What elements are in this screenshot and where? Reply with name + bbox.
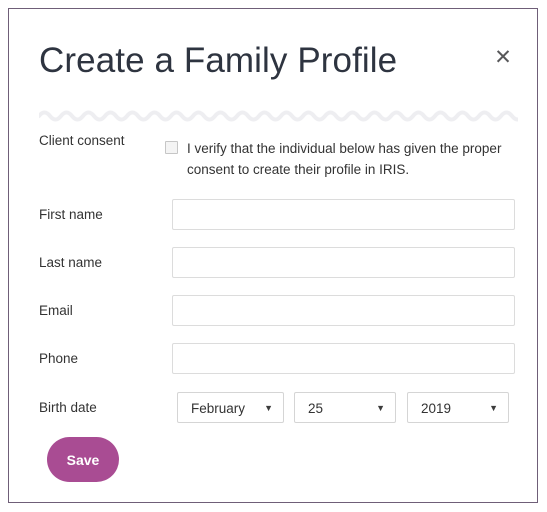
profile-form: Client consent I verify that the individ…: [9, 9, 537, 502]
save-button[interactable]: Save: [47, 437, 119, 482]
last-name-label: Last name: [39, 255, 103, 270]
birth-date-label: Birth date: [39, 400, 97, 415]
last-name-row: Last name: [9, 247, 537, 295]
phone-input[interactable]: [172, 343, 515, 374]
email-row: Email: [9, 295, 537, 343]
first-name-label: First name: [39, 207, 103, 222]
create-family-profile-modal: Create a Family Profile ✕ Client consent…: [8, 8, 538, 503]
consent-checkbox[interactable]: [165, 141, 178, 154]
consent-row: Client consent I verify that the individ…: [9, 133, 537, 187]
birth-day-value: 25: [308, 401, 324, 416]
birth-day-select[interactable]: 25 ▼: [294, 392, 396, 423]
chevron-down-icon: ▼: [489, 403, 498, 413]
birth-month-value: February: [191, 401, 246, 416]
chevron-down-icon: ▼: [376, 403, 385, 413]
first-name-row: First name: [9, 199, 537, 247]
first-name-input[interactable]: [172, 199, 515, 230]
birth-month-select[interactable]: February ▼: [177, 392, 284, 423]
consent-label: Client consent: [39, 133, 125, 148]
phone-row: Phone: [9, 343, 537, 391]
birth-date-row: Birth date February ▼ 25 ▼ 2019 ▼: [9, 392, 537, 438]
email-label: Email: [39, 303, 73, 318]
birth-year-value: 2019: [421, 401, 452, 416]
chevron-down-icon: ▼: [264, 403, 273, 413]
birth-year-select[interactable]: 2019 ▼: [407, 392, 509, 423]
email-input[interactable]: [172, 295, 515, 326]
last-name-input[interactable]: [172, 247, 515, 278]
phone-label: Phone: [39, 351, 79, 366]
consent-text: I verify that the individual below has g…: [187, 141, 502, 177]
